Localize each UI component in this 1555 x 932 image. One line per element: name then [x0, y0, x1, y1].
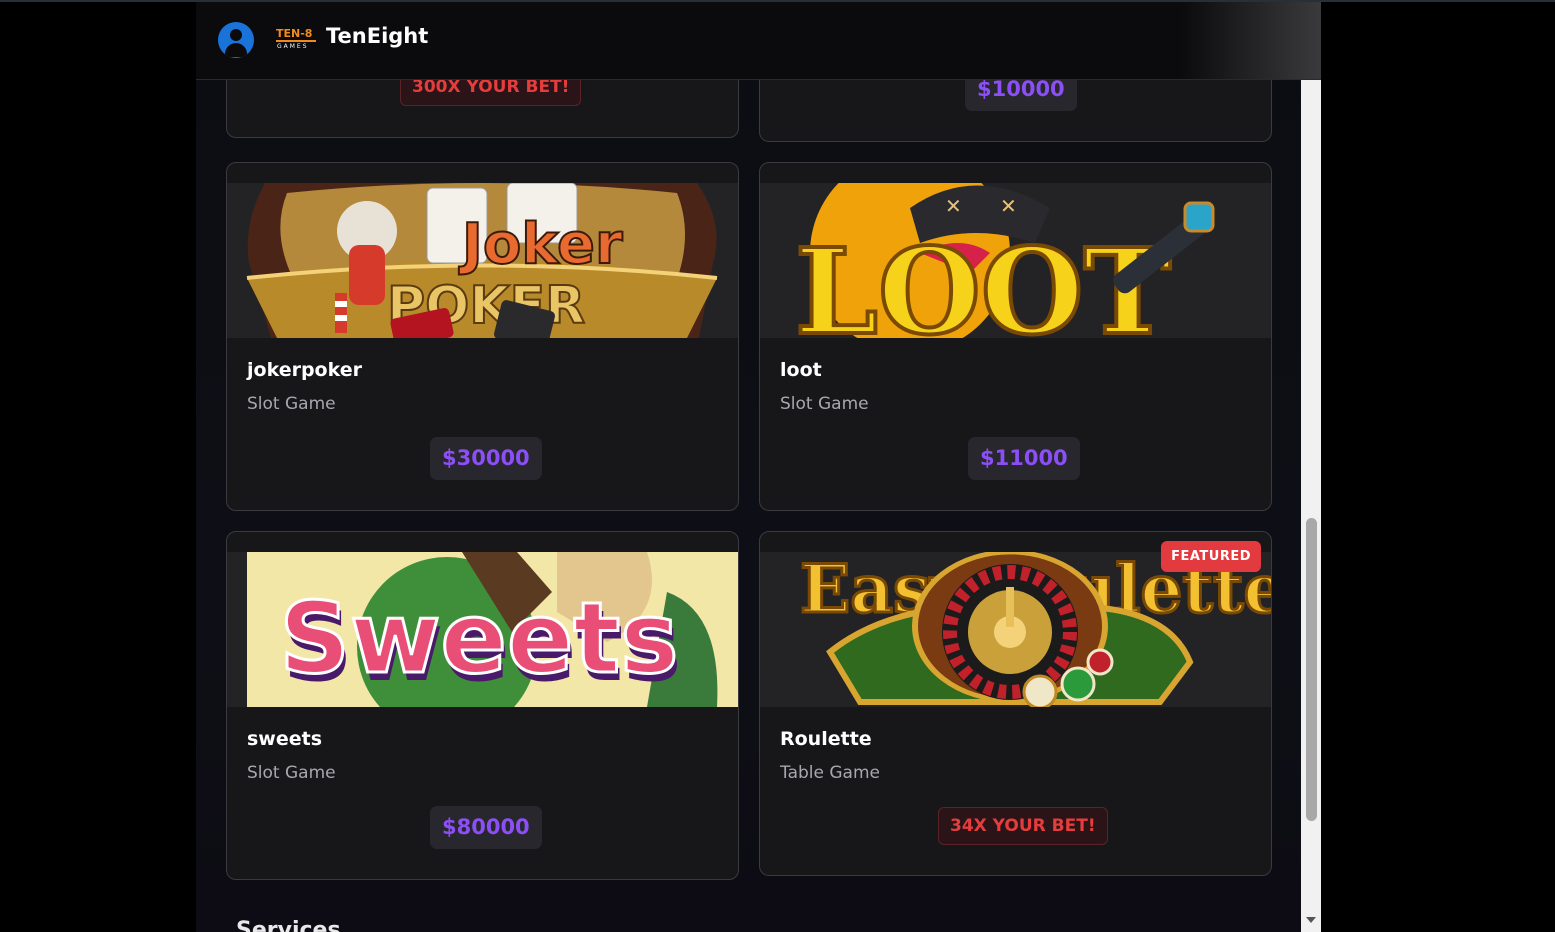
game-card-loot[interactable]: ✕ ✕ LOOT loot Slot Game $11000: [759, 162, 1272, 511]
game-thumbnail: Sweets Sweets: [227, 552, 738, 707]
game-category: Slot Game: [247, 763, 336, 783]
page-frame: 300X YOUR BET! $10000 Joker POKER jokerp…: [196, 0, 1321, 932]
game-thumbnail: ✕ ✕ LOOT: [760, 183, 1271, 338]
game-category: Slot Game: [780, 394, 869, 414]
game-card-sweets[interactable]: Sweets Sweets sweets Slot Game $80000: [226, 531, 739, 880]
prize-amount: $30000: [430, 437, 542, 480]
prize-amount: $11000: [968, 437, 1080, 480]
game-card-jokerpoker[interactable]: Joker POKER jokerpoker Slot Game $30000: [226, 162, 739, 511]
art-text-joker: Joker: [458, 212, 623, 277]
user-circle-icon[interactable]: [218, 22, 254, 58]
brand-mark-top: TEN-8: [276, 27, 313, 40]
bet-multiplier-badge: 34X YOUR BET!: [938, 807, 1108, 845]
svg-text:✕: ✕: [1000, 194, 1017, 218]
scrollbar-thumb[interactable]: [1306, 518, 1317, 821]
game-thumbnail: EasyRoulette: [760, 552, 1271, 707]
section-heading-next: Services: [236, 918, 341, 932]
triangle-down-icon[interactable]: [1306, 917, 1316, 923]
brand-name[interactable]: TenEight: [326, 24, 428, 48]
prize-amount: $80000: [430, 806, 542, 849]
game-title: Roulette: [780, 728, 872, 750]
window-top-edge: [0, 0, 1555, 2]
brand-mark-bottom: GAMES: [277, 43, 309, 50]
brand-logo[interactable]: TEN-8 GAMES: [276, 27, 316, 53]
app-header: TEN-8 GAMES TenEight: [196, 0, 1321, 80]
game-title: loot: [780, 359, 822, 381]
game-category: Slot Game: [247, 394, 336, 414]
featured-badge: FEATURED: [1161, 541, 1261, 572]
game-category: Table Game: [780, 763, 880, 783]
game-thumbnail: Joker POKER: [227, 183, 738, 338]
game-card-roulette[interactable]: FEATURED EasyRoulette Roulette: [759, 531, 1272, 876]
game-title: sweets: [247, 728, 323, 750]
game-title: jokerpoker: [247, 359, 362, 381]
art-text-sweets: Sweets: [279, 582, 678, 696]
svg-text:✕: ✕: [945, 194, 962, 218]
browser-viewport: 300X YOUR BET! $10000 Joker POKER jokerp…: [0, 0, 1555, 932]
